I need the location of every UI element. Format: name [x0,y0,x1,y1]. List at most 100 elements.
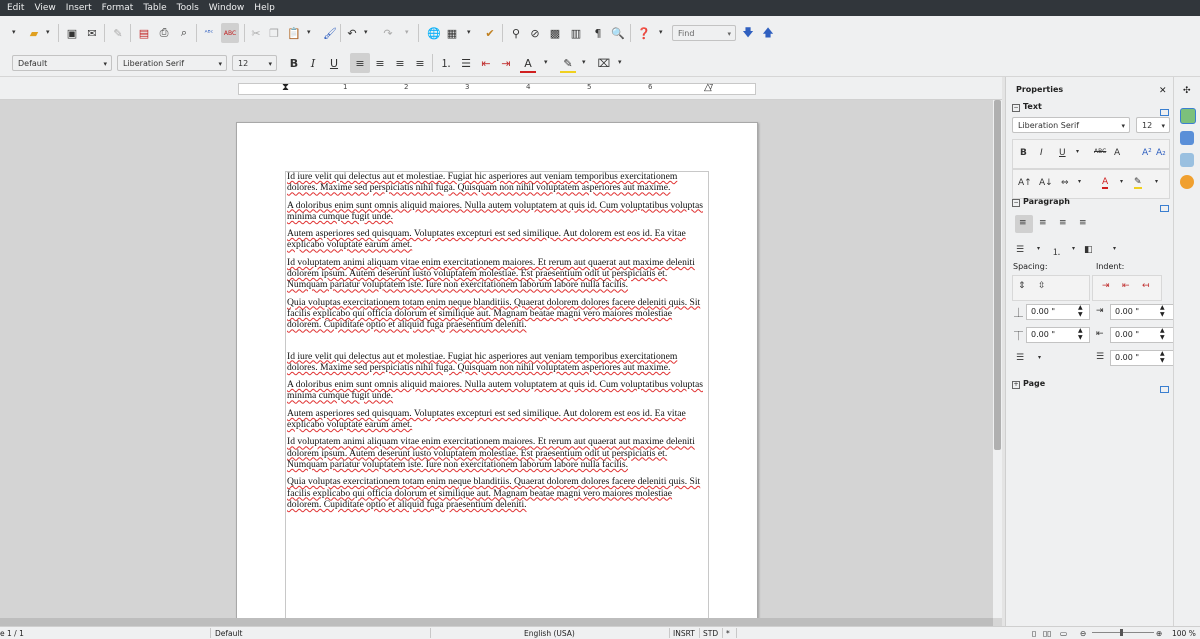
sidebar-highlight-icon[interactable]: ✎ [1134,178,1142,189]
zoom-in-icon[interactable]: ⊕ [1156,629,1162,638]
vertical-scrollbar[interactable] [993,100,1002,618]
sidebar-bullets-icon[interactable]: ☰ [1016,245,1024,255]
font-dropdown-icon[interactable]: ▾ [1121,118,1125,134]
scrollbar-thumb[interactable] [994,100,1001,450]
new-dropdown-icon[interactable]: ▾ [12,28,16,36]
collapse-icon[interactable]: − [1012,199,1020,207]
increase-indent-icon[interactable]: ⇥ [1102,281,1110,291]
paragraph[interactable]: Quia voluptas exercitationem totam enim … [287,297,705,331]
table-dropdown-icon[interactable]: ▾ [467,28,471,36]
menu-table[interactable]: Table [138,0,171,16]
underline-button[interactable]: U [326,55,342,71]
line-spacing-dropdown-icon[interactable]: ▾ [1038,354,1041,361]
find-dropdown-icon[interactable]: ▾ [727,26,731,42]
highlight-icon[interactable]: ✎ [560,55,576,73]
paragraph-style-combo[interactable]: Default ▾ [12,55,112,71]
help-dropdown-icon[interactable]: ▾ [659,28,663,36]
document-body[interactable]: Id iure velit qui delectus aut et molest… [287,171,705,516]
spacing-dropdown-icon[interactable]: ▾ [1078,178,1081,185]
page-count[interactable]: e 1 / 1 [0,629,24,638]
shadow-icon[interactable]: A [1114,148,1120,158]
formatting-marks-icon[interactable]: ¶ [590,25,606,41]
edit-mode-icon[interactable]: ✎ [110,25,126,41]
find-replace-icon[interactable]: ⚲ [508,25,524,41]
font-color-dropdown-icon[interactable]: ▾ [544,58,548,66]
decrease-spacing-icon[interactable]: ⇳ [1038,281,1046,291]
sidebar-font-color-icon[interactable]: A [1102,178,1109,189]
sidebar-underline-button[interactable]: U [1059,148,1066,158]
subscript-icon[interactable]: A₂ [1156,148,1166,158]
underline-dropdown-icon[interactable]: ▾ [1076,148,1079,155]
increase-indent-icon[interactable]: ⇥ [498,55,514,71]
page-more-options-icon[interactable] [1160,386,1169,393]
sidebar-italic-button[interactable]: I [1040,148,1043,158]
spelling-icon[interactable]: ✔ [482,25,498,41]
background-dropdown-icon[interactable]: ▾ [1113,245,1116,252]
paragraph[interactable]: Id iure velit qui delectus aut et molest… [287,171,705,194]
paragraph[interactable]: Id voluptatem animi aliquam vitae enim e… [287,257,705,291]
font-color-dropdown-icon[interactable]: ▾ [1120,178,1123,185]
hanging-indent-icon[interactable]: ↤ [1142,281,1150,291]
find-previous-icon[interactable]: 🡅 [760,25,776,41]
font-name-combo[interactable]: Liberation Serif ▾ [117,55,227,71]
superscript-icon[interactable]: A² [1142,148,1152,158]
open-dropdown-icon[interactable]: ▾ [46,28,50,36]
insert-table-icon[interactable]: ▦ [444,25,460,41]
align-center-button[interactable]: ≡ [372,55,388,71]
document-modified[interactable]: * [726,629,730,638]
sidebar-font-size[interactable]: 12 ▾ [1136,117,1170,133]
sidebar-font-name[interactable]: Liberation Serif ▾ [1012,117,1130,133]
menu-format[interactable]: Format [97,0,139,16]
bulleted-list-icon[interactable]: ☰ [458,55,474,71]
decrease-indent-icon[interactable]: ⇤ [1122,281,1130,291]
selection-mode[interactable]: STD [703,629,718,638]
left-indent-marker[interactable]: ⧗ [282,82,289,93]
page-panel-header[interactable]: + Page [1012,379,1045,389]
collapse-icon[interactable]: − [1012,104,1020,112]
spin-down-icon[interactable]: ▼ [1160,335,1165,341]
sidebar-align-left-button[interactable]: ≡ [1019,218,1027,228]
insert-mode[interactable]: INSRT [673,629,695,638]
align-right-button[interactable]: ≡ [392,55,408,71]
size-dropdown-icon[interactable]: ▾ [268,56,272,72]
zoom-slider-handle[interactable] [1120,629,1123,636]
spin-down-icon[interactable]: ▼ [1160,312,1165,318]
page-style[interactable]: Default [215,629,242,638]
paragraph-background-icon[interactable]: ⌧ [596,55,612,71]
gallery-icon[interactable]: ▩ [547,25,563,41]
zoom-out-icon[interactable]: ⊖ [1080,629,1086,638]
highlight-dropdown-icon[interactable]: ▾ [582,58,586,66]
sidebar-settings-icon[interactable]: ✣ [1183,86,1191,96]
empty-paragraph[interactable] [287,337,705,351]
font-dropdown-icon[interactable]: ▾ [218,56,222,72]
find-input[interactable]: Find ▾ [672,25,736,41]
print-preview-icon[interactable]: ⌕ [176,25,192,41]
numbering-dropdown-icon[interactable]: ▾ [1072,245,1075,252]
redo-dropdown-icon[interactable]: ▾ [405,28,409,36]
font-color-icon[interactable]: A [520,55,536,73]
align-left-button[interactable]: ≡ [350,53,370,73]
decrease-font-icon[interactable]: A↓ [1039,178,1053,188]
export-pdf-icon[interactable]: ▤ [136,25,152,41]
highlight-dropdown-icon[interactable]: ▾ [1155,178,1158,185]
menu-edit[interactable]: Edit [0,0,29,16]
menu-help[interactable]: Help [249,0,280,16]
properties-tab-icon[interactable] [1180,108,1196,124]
increase-spacing-icon[interactable]: ⇕ [1018,281,1026,291]
spin-down-icon[interactable]: ▼ [1160,358,1165,364]
paragraph-more-options-icon[interactable] [1160,205,1169,212]
sidebar-align-right-button[interactable]: ≡ [1059,218,1067,228]
email-icon[interactable]: ✉ [84,25,100,41]
language[interactable]: English (USA) [524,629,575,638]
spacing-icon[interactable]: ⇔ [1061,178,1069,188]
cut-icon[interactable]: ✂ [248,25,264,41]
sidebar-align-center-button[interactable]: ≡ [1039,218,1047,228]
hyperlink-icon[interactable]: 🌐 [426,25,442,41]
increase-font-icon[interactable]: A↑ [1018,178,1032,188]
menu-window[interactable]: Window [204,0,250,16]
data-sources-icon[interactable]: ▥ [568,25,584,41]
justify-button[interactable]: ≡ [412,55,428,71]
close-sidebar-icon[interactable]: ✕ [1159,86,1167,96]
find-next-icon[interactable]: 🡇 [740,25,756,41]
italic-button[interactable]: I [305,55,321,71]
